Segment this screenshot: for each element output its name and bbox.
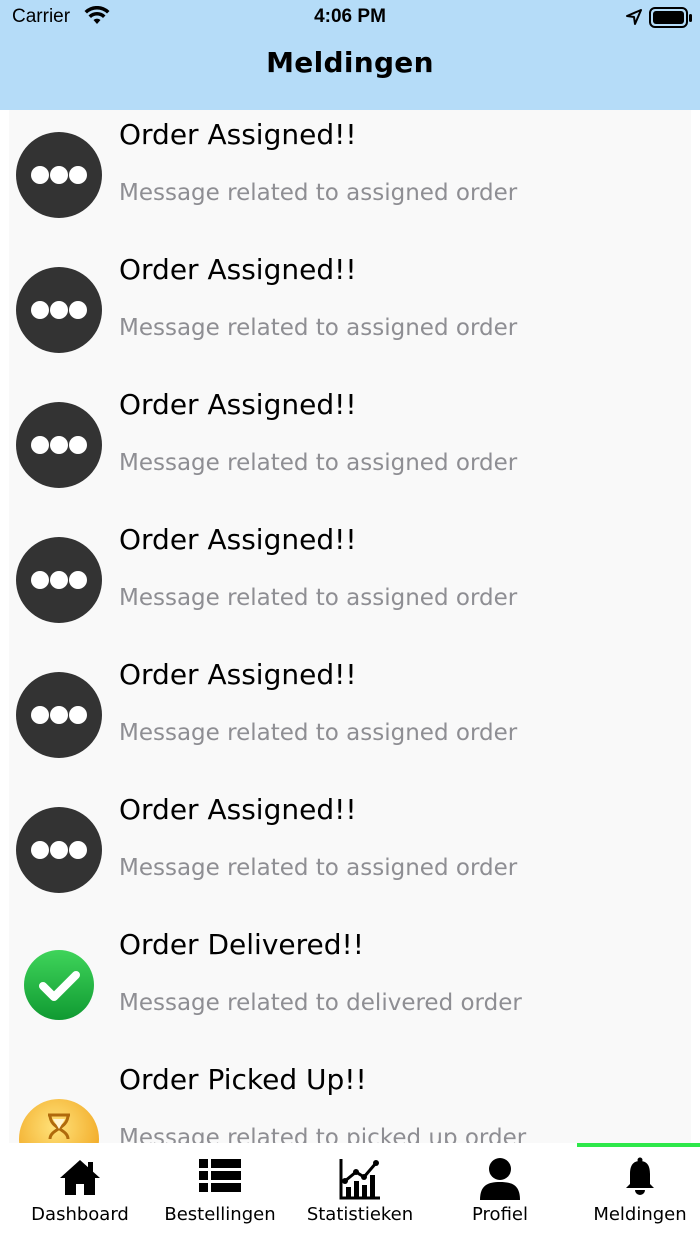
notification-item[interactable]: Order Assigned!! Message related to assi… [0, 650, 700, 785]
notification-item[interactable]: Order Assigned!! Message related to assi… [0, 785, 700, 920]
list-icon [197, 1157, 243, 1199]
tab-statistieken[interactable]: Statistieken [290, 1143, 430, 1244]
battery-icon [649, 7, 693, 33]
tab-dashboard[interactable]: Dashboard [10, 1143, 150, 1244]
notification-item[interactable]: Order Assigned!! Message related to assi… [0, 110, 700, 245]
notification-item[interactable]: Order Assigned!! Message related to assi… [0, 380, 700, 515]
chart-icon [338, 1157, 382, 1205]
header: Carrier 4:06 PM Meldingen [0, 0, 700, 110]
notification-item[interactable]: Order Assigned!! Message related to assi… [0, 515, 700, 650]
dots-icon [16, 672, 102, 758]
notification-item[interactable]: Order Assigned!! Message related to assi… [0, 245, 700, 380]
tab-meldingen[interactable]: Meldingen [570, 1143, 700, 1244]
notification-title: Order Assigned!! [119, 523, 357, 556]
dots-icon [16, 132, 102, 218]
tab-bar: Dashboard Bestellingen Statistieken Prof… [0, 1143, 700, 1244]
tab-label: Profiel [472, 1204, 528, 1225]
clock: 4:06 PM [314, 6, 386, 27]
notification-title: Order Assigned!! [119, 118, 357, 151]
dots-icon [16, 402, 102, 488]
notification-title: Order Assigned!! [119, 253, 357, 286]
location-arrow-icon [625, 8, 643, 30]
notification-title: Order Picked Up!! [119, 1063, 367, 1096]
user-icon [479, 1157, 521, 1205]
hourglass-icon [16, 1077, 102, 1143]
tab-label: Dashboard [31, 1204, 129, 1225]
tab-bestellingen[interactable]: Bestellingen [150, 1143, 290, 1244]
notification-title: Order Assigned!! [119, 388, 357, 421]
home-icon [58, 1157, 102, 1201]
check-icon [16, 942, 102, 1028]
dots-icon [16, 267, 102, 353]
notifications-list[interactable]: Order Assigned!! Message related to assi… [0, 110, 700, 1143]
notification-message: Message related to assigned order [119, 585, 518, 611]
notification-message: Message related to assigned order [119, 180, 518, 206]
notification-item[interactable]: Order Delivered!! Message related to del… [0, 920, 700, 1055]
notification-item[interactable]: Order Picked Up!! Message related to pic… [0, 1055, 700, 1143]
tab-label: Bestellingen [164, 1204, 276, 1225]
notification-message: Message related to assigned order [119, 450, 518, 476]
tab-label: Meldingen [593, 1204, 687, 1225]
status-bar: Carrier 4:06 PM [0, 0, 700, 36]
notification-message: Message related to picked up order [119, 1125, 527, 1143]
page-title: Meldingen [266, 46, 434, 79]
notification-title: Order Delivered!! [119, 928, 364, 961]
dots-icon [16, 537, 102, 623]
notification-title: Order Assigned!! [119, 793, 357, 826]
bell-icon [624, 1157, 656, 1201]
notification-message: Message related to assigned order [119, 720, 518, 746]
notification-message: Message related to delivered order [119, 990, 522, 1016]
tab-label: Statistieken [306, 1204, 414, 1225]
notification-message: Message related to assigned order [119, 315, 518, 341]
tab-profiel[interactable]: Profiel [430, 1143, 570, 1244]
notification-message: Message related to assigned order [119, 855, 518, 881]
notification-title: Order Assigned!! [119, 658, 357, 691]
dots-icon [16, 807, 102, 893]
